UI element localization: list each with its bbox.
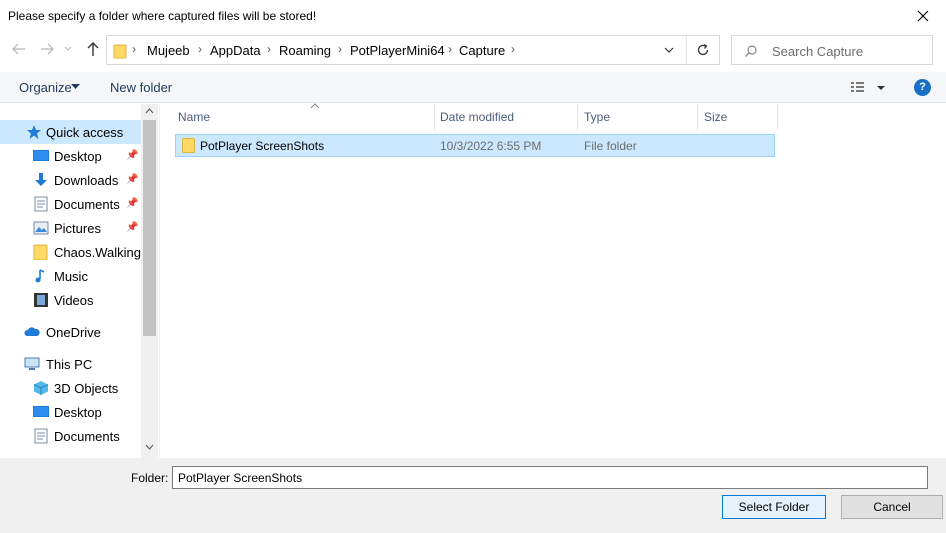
folder-input[interactable] — [172, 466, 928, 489]
dialog-title: Please specify a folder where captured f… — [8, 9, 317, 23]
address-dropdown-icon[interactable] — [663, 45, 675, 55]
title-bar: Please specify a folder where captured f… — [0, 0, 946, 32]
navigation-pane: Quick access Desktop 📌 Downloads 📌 Docum… — [0, 104, 158, 458]
command-bar: Organize New folder ? — [0, 72, 946, 103]
column-header-name[interactable]: Name — [172, 103, 434, 130]
downloads-icon — [35, 173, 47, 186]
nav-item-pictures[interactable]: Pictures 📌 — [0, 216, 142, 240]
pin-icon: 📌 — [126, 198, 139, 209]
documents-icon — [34, 428, 48, 444]
search-box[interactable]: Search Capture — [731, 35, 933, 65]
refresh-icon[interactable] — [696, 43, 710, 57]
up-button[interactable] — [84, 40, 106, 62]
folder-picker-dialog: Please specify a folder where captured f… — [0, 0, 946, 533]
column-header-type[interactable]: Type — [578, 104, 697, 130]
scrollbar-thumb[interactable] — [143, 120, 156, 336]
back-button[interactable] — [10, 40, 32, 62]
back-arrow-icon — [12, 43, 25, 55]
organize-button[interactable]: Organize — [19, 80, 72, 95]
chevron-down-icon — [64, 46, 72, 51]
nav-item-videos[interactable]: Videos — [0, 288, 142, 312]
folder-label: Folder: — [131, 471, 169, 485]
file-date: 10/3/2022 6:55 PM — [440, 139, 542, 153]
videos-icon — [34, 293, 48, 307]
footer: Folder: Select Folder Cancel — [0, 458, 946, 533]
forward-button[interactable] — [38, 40, 60, 62]
nav-item-onedrive[interactable]: OneDrive — [0, 320, 142, 344]
breadcrumb-potplayermini64[interactable]: PotPlayerMini64 — [350, 43, 445, 58]
nav-item-quick-access[interactable]: Quick access — [0, 120, 142, 144]
pictures-icon — [33, 221, 49, 235]
desktop-icon — [33, 150, 49, 161]
close-button[interactable] — [900, 0, 946, 32]
breadcrumb-roaming[interactable]: Roaming — [279, 43, 331, 58]
column-header-date[interactable]: Date modified — [434, 104, 577, 130]
breadcrumb-capture[interactable]: Capture — [459, 43, 505, 58]
music-icon — [35, 269, 45, 283]
nav-item-this-pc[interactable]: This PC — [0, 352, 142, 376]
documents-icon — [34, 196, 48, 212]
pin-icon: 📌 — [126, 150, 139, 161]
organize-dropdown-icon — [71, 84, 80, 89]
navigation-scrollbar[interactable] — [141, 104, 158, 458]
forward-arrow-icon — [41, 43, 54, 55]
nav-item-downloads[interactable]: Downloads 📌 — [0, 168, 142, 192]
folder-icon — [182, 138, 195, 153]
desktop-icon — [33, 406, 49, 417]
nav-item-desktop[interactable]: Desktop 📌 — [0, 144, 142, 168]
nav-item-3d-objects[interactable]: 3D Objects — [0, 376, 142, 400]
file-row[interactable]: PotPlayer ScreenShots 10/3/2022 6:55 PM … — [175, 134, 775, 157]
star-icon — [27, 125, 41, 139]
onedrive-icon — [24, 327, 40, 336]
breadcrumb-mujeeb[interactable]: Mujeeb — [147, 43, 190, 58]
pin-icon: 📌 — [126, 222, 139, 233]
nav-item-pc-documents[interactable]: Documents — [0, 424, 142, 448]
breadcrumb-appdata[interactable]: AppData — [210, 43, 261, 58]
nav-item-chaos-walking[interactable]: Chaos.Walking.2 — [0, 240, 142, 264]
new-folder-button[interactable]: New folder — [110, 80, 172, 95]
view-options-icon[interactable] — [850, 81, 890, 95]
nav-item-pc-desktop[interactable]: Desktop — [0, 400, 142, 424]
help-button[interactable]: ? — [914, 79, 931, 96]
folder-icon — [33, 244, 48, 260]
file-list: Name Date modified Type Size PotPlayer S… — [159, 103, 946, 458]
scroll-up-icon[interactable] — [145, 108, 154, 114]
3d-objects-icon — [33, 381, 49, 395]
nav-item-music[interactable]: Music — [0, 264, 142, 288]
search-placeholder: Search Capture — [772, 44, 864, 59]
file-type: File folder — [584, 139, 637, 153]
pin-icon: 📌 — [126, 174, 139, 185]
close-icon — [917, 10, 929, 22]
pc-icon — [24, 357, 40, 370]
nav-item-documents[interactable]: Documents 📌 — [0, 192, 142, 216]
sort-ascending-icon — [310, 103, 320, 109]
up-arrow-icon — [87, 42, 99, 56]
file-name: PotPlayer ScreenShots — [200, 139, 325, 153]
select-folder-button[interactable]: Select Folder — [722, 495, 826, 519]
scroll-down-icon[interactable] — [145, 444, 154, 450]
cancel-button[interactable]: Cancel — [841, 495, 943, 519]
recent-locations-button[interactable] — [63, 43, 85, 65]
column-header-size[interactable]: Size — [698, 104, 777, 130]
folder-icon — [113, 44, 127, 59]
search-icon — [745, 45, 757, 57]
address-bar[interactable]: › Mujeeb › AppData › Roaming › PotPlayer… — [106, 35, 720, 65]
